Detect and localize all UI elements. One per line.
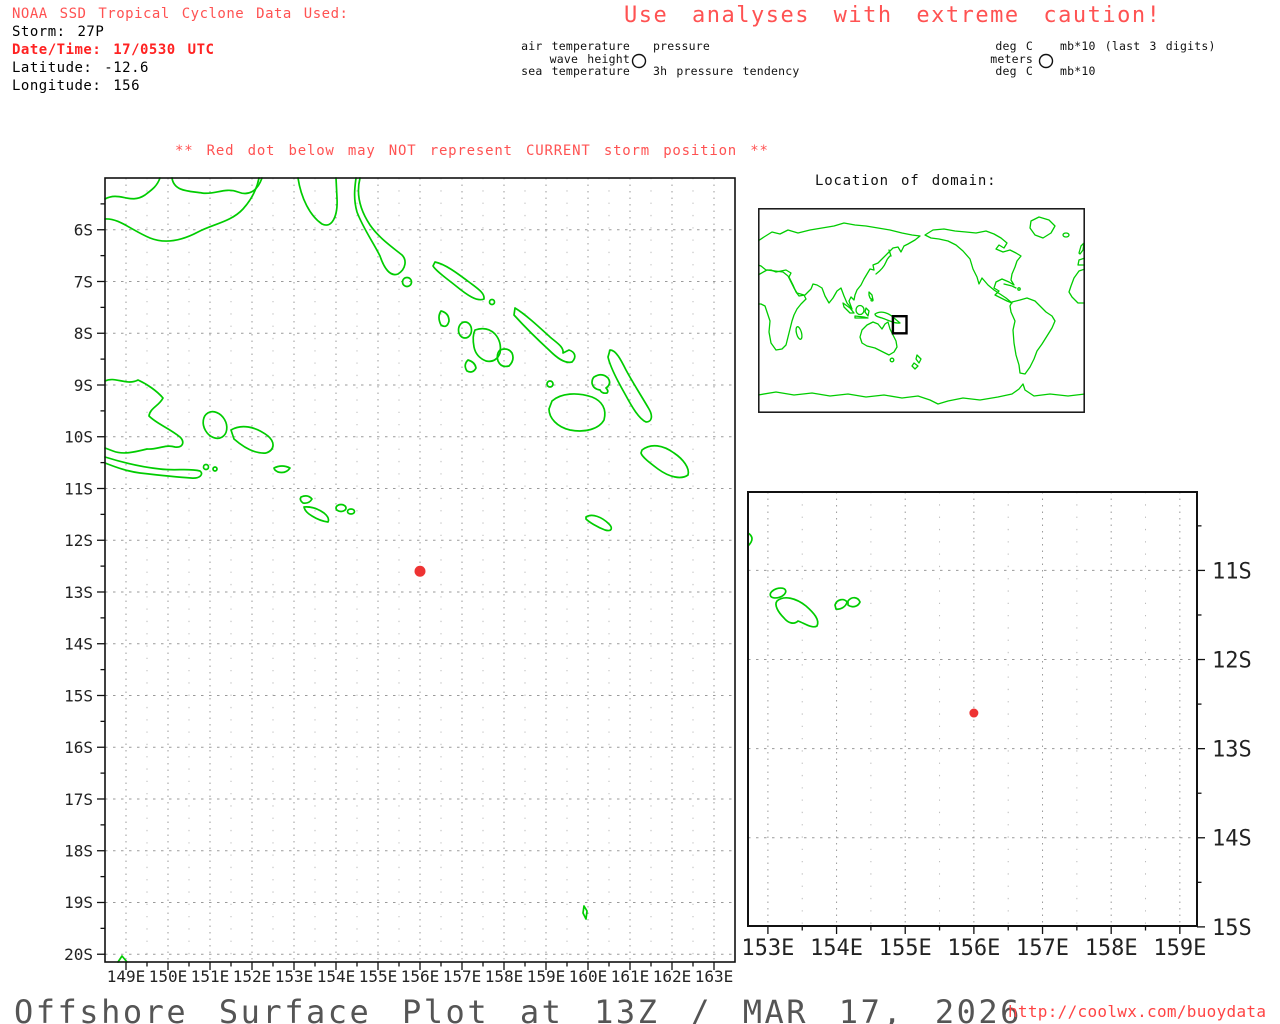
svg-text:158E: 158E [485,967,524,986]
main-coastlines [104,177,690,963]
svg-text:159E: 159E [1153,936,1206,961]
svg-text:15S: 15S [64,686,93,705]
world-map-border [758,208,1085,413]
station-circle-icon-2 [1038,53,1054,69]
legend-units-right: mb*10 (last 3 digits) mb*10 [1060,40,1216,78]
storm-info-longitude: Longitude: 156 [12,78,141,94]
svg-text:154E: 154E [317,967,356,986]
legend-pressure: pressure [653,39,710,53]
svg-text:161E: 161E [611,967,650,986]
legend-mb10-last3: mb*10 (last 3 digits) [1060,39,1216,53]
zoom-coastlines [747,532,861,628]
svg-text:150E: 150E [149,967,188,986]
svg-text:159E: 159E [527,967,566,986]
svg-text:149E: 149E [107,967,146,986]
world-coastlines [758,216,1085,405]
svg-text:151E: 151E [191,967,230,986]
svg-text:19S: 19S [64,893,93,912]
svg-text:155E: 155E [359,967,398,986]
legend-sea-temperature: sea temperature [521,64,630,78]
svg-text:10S: 10S [64,428,93,447]
svg-text:20S: 20S [64,945,93,964]
main-map: 149E 150E 151E 152E 153E 154E 155E 156E 157E 158E… [64,177,736,986]
legend-mb10: mb*10 [1060,64,1096,78]
site-url: http://coolwx.com/buoydata [1008,1002,1267,1021]
storm-info-block: NOAA SSD Tropical Cyclone Data Used: Sto… [12,5,348,95]
svg-text:155E: 155E [879,936,932,961]
svg-text:9S: 9S [74,376,93,395]
svg-text:152E: 152E [233,967,272,986]
svg-text:156E: 156E [401,967,440,986]
svg-text:163E: 163E [695,967,734,986]
svg-text:8S: 8S [74,324,93,343]
svg-text:157E: 157E [443,967,482,986]
domain-map-title: Location of domain: [815,173,997,189]
storm-position-warning: ** Red dot below may NOT represent CURRE… [175,143,769,159]
svg-text:11S: 11S [1212,559,1252,584]
offshore-surface-plot: NOAA SSD Tropical Cyclone Data Used: Sto… [0,0,1280,1024]
storm-info-latitude: Latitude: -12.6 [12,60,149,76]
svg-text:156E: 156E [947,936,1000,961]
zoom-map: 153E 154E 155E 156E 157E 158E 159E 11S 12S 13S 14S… [741,491,1252,961]
svg-text:12S: 12S [1212,648,1252,673]
storm-info-datetime: Date/Time: 17/0530 UTC [12,42,215,58]
caution-banner: Use analyses with extreme caution! [624,3,1162,28]
legend-degc-1: deg C [995,39,1033,53]
legend-degc-2: deg C [995,64,1033,78]
storm-info-storm: Storm: 27P [12,24,105,40]
svg-text:18S: 18S [64,841,93,860]
svg-text:153E: 153E [741,936,794,961]
svg-text:15S: 15S [1212,916,1252,941]
station-circle-icon [631,53,647,69]
svg-text:7S: 7S [74,272,93,291]
svg-text:162E: 162E [653,967,692,986]
svg-text:13S: 13S [64,583,93,602]
svg-text:6S: 6S [74,221,93,240]
main-axis-layer: 149E 150E 151E 152E 153E 154E 155E 156E 157E 158E… [64,203,734,986]
zoom-axis-layer: 153E 154E 155E 156E 157E 158E 159E 11S 12S 13S 14S… [741,525,1252,961]
svg-text:154E: 154E [810,936,863,961]
svg-text:12S: 12S [64,531,93,550]
svg-text:16S: 16S [64,738,93,757]
svg-text:160E: 160E [569,967,608,986]
svg-text:14S: 14S [64,635,93,654]
svg-text:153E: 153E [275,967,314,986]
svg-text:13S: 13S [1212,738,1252,763]
main-storm-dot [414,565,426,577]
zoom-storm-dot [969,708,979,718]
svg-text:17S: 17S [64,790,93,809]
legend-air-temperature: air temperature [521,39,630,53]
legend-params-left: air temperature wave height sea temperat… [420,40,630,78]
legend-pressure-tendency: 3h pressure tendency [653,64,800,78]
world-map [758,208,1085,413]
svg-text:11S: 11S [64,479,93,498]
plot-title: Offshore Surface Plot at 13Z / MAR 17, 2… [14,993,1022,1024]
svg-text:14S: 14S [1212,827,1252,852]
legend-units-left: deg C meters deg C [880,40,1033,78]
svg-text:158E: 158E [1085,936,1138,961]
svg-text:157E: 157E [1016,936,1069,961]
legend-params-right: pressure 3h pressure tendency [653,40,799,78]
storm-info-source: NOAA SSD Tropical Cyclone Data Used: [12,6,349,22]
